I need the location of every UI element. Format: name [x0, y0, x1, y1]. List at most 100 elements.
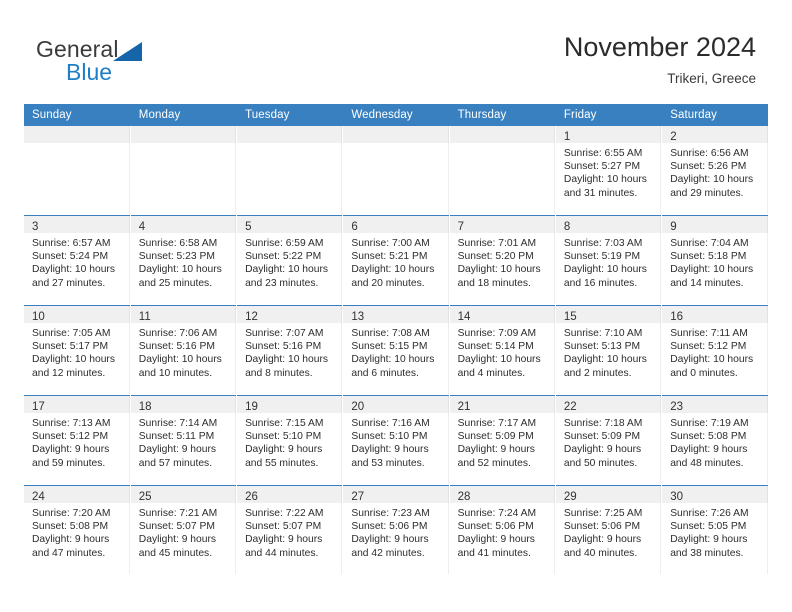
day-number-band: 8: [555, 216, 662, 233]
day-cell[interactable]: 6 Sunrise: 7:00 AM Sunset: 5:21 PM Daylight…: [343, 216, 449, 305]
day-cell-body: Sunrise: 7:06 AM Sunset: 5:16 PM Daylight:…: [131, 323, 237, 394]
calendar-cell-day-20[interactable]: 20 Sunrise: 7:16 AM Sunset: 5:10 PM Dayligh…: [342, 395, 450, 486]
calendar-cell-day-15[interactable]: 15 Sunrise: 7:10 AM Sunset: 5:13 PM Dayligh…: [555, 305, 663, 396]
day-cell[interactable]: 21 Sunrise: 7:17 AM Sunset: 5:09 PM Dayligh…: [449, 396, 555, 485]
day-number-band: 15: [555, 306, 662, 323]
sunrise-text: Sunrise: 7:13 AM: [32, 418, 111, 429]
day-cell[interactable]: 20 Sunrise: 7:16 AM Sunset: 5:10 PM Dayligh…: [343, 396, 449, 485]
day-cell[interactable]: 12 Sunrise: 7:07 AM Sunset: 5:16 PM Dayligh…: [237, 306, 343, 395]
calendar-cell-day-5[interactable]: 5 Sunrise: 6:59 AM Sunset: 5:22 PM Daylight…: [236, 215, 344, 306]
day-cell-body: [343, 143, 449, 214]
calendar-cell-empty: [342, 126, 450, 216]
calendar-cell-day-27[interactable]: 27 Sunrise: 7:23 AM Sunset: 5:06 PM Dayligh…: [342, 485, 450, 575]
day-cell-body: Sunrise: 7:04 AM Sunset: 5:18 PM Daylight:…: [662, 233, 768, 304]
daylight-text-line2: and 14 minutes.: [670, 277, 744, 289]
day-number: 17: [32, 401, 45, 413]
calendar-cell-day-12[interactable]: 12 Sunrise: 7:07 AM Sunset: 5:16 PM Dayligh…: [236, 305, 344, 396]
sunset-text: Sunset: 5:12 PM: [670, 341, 747, 353]
calendar-cell-day-22[interactable]: 22 Sunrise: 7:18 AM Sunset: 5:09 PM Dayligh…: [555, 395, 663, 486]
sunrise-text: Sunrise: 6:56 AM: [670, 148, 749, 159]
sunset-text: Sunset: 5:14 PM: [457, 341, 534, 353]
sunrise-text: Sunrise: 7:21 AM: [138, 508, 218, 519]
calendar-cell-day-29[interactable]: 29 Sunrise: 7:25 AM Sunset: 5:06 PM Dayligh…: [555, 485, 663, 575]
sunrise-text: Sunrise: 7:19 AM: [670, 418, 749, 429]
calendar-cell-day-19[interactable]: 19 Sunrise: 7:15 AM Sunset: 5:10 PM Dayligh…: [236, 395, 344, 486]
calendar-cell-day-4[interactable]: 4 Sunrise: 6:58 AM Sunset: 5:23 PM Daylight…: [130, 215, 238, 306]
calendar-cell-day-14[interactable]: 14 Sunrise: 7:09 AM Sunset: 5:14 PM Dayligh…: [449, 305, 556, 396]
day-cell[interactable]: 18 Sunrise: 7:14 AM Sunset: 5:11 PM Dayligh…: [130, 396, 237, 485]
sunset-text: Sunset: 5:18 PM: [670, 251, 747, 263]
weekday-header-saturday: Saturday: [661, 104, 768, 126]
calendar-cell-day-28[interactable]: 28 Sunrise: 7:24 AM Sunset: 5:06 PM Dayligh…: [449, 485, 556, 575]
calendar-cell-day-3[interactable]: 3 Sunrise: 6:57 AM Sunset: 5:24 PM Daylight…: [24, 215, 131, 306]
daylight-text-line1: Daylight: 10 hours: [457, 354, 541, 366]
day-cell[interactable]: 16 Sunrise: 7:11 AM Sunset: 5:12 PM Dayligh…: [662, 306, 768, 395]
calendar-cell-day-10[interactable]: 10 Sunrise: 7:05 AM Sunset: 5:17 PM Dayligh…: [24, 305, 131, 396]
day-cell-body: Sunrise: 7:23 AM Sunset: 5:06 PM Daylight:…: [343, 503, 449, 574]
daylight-text-line1: Daylight: 9 hours: [351, 444, 429, 456]
day-cell[interactable]: 29 Sunrise: 7:25 AM Sunset: 5:06 PM Dayligh…: [555, 486, 662, 575]
day-cell[interactable]: 22 Sunrise: 7:18 AM Sunset: 5:09 PM Dayligh…: [555, 396, 662, 485]
calendar-cell-day-2[interactable]: 2 Sunrise: 6:56 AM Sunset: 5:26 PM Daylight…: [661, 126, 768, 216]
calendar-cell-day-23[interactable]: 23 Sunrise: 7:19 AM Sunset: 5:08 PM Dayligh…: [661, 395, 768, 486]
day-number-band: 25: [130, 486, 237, 503]
day-cell[interactable]: 15 Sunrise: 7:10 AM Sunset: 5:13 PM Dayligh…: [555, 306, 662, 395]
brand-logo[interactable]: General Blue: [36, 36, 236, 92]
day-cell[interactable]: 4 Sunrise: 6:58 AM Sunset: 5:23 PM Daylight…: [130, 216, 237, 305]
day-cell[interactable]: 13 Sunrise: 7:08 AM Sunset: 5:15 PM Dayligh…: [343, 306, 449, 395]
day-cell[interactable]: 2 Sunrise: 6:56 AM Sunset: 5:26 PM Daylight…: [662, 126, 768, 215]
calendar-cell-day-9[interactable]: 9 Sunrise: 7:04 AM Sunset: 5:18 PM Daylight…: [661, 215, 768, 306]
calendar-cell-day-18[interactable]: 18 Sunrise: 7:14 AM Sunset: 5:11 PM Dayligh…: [130, 395, 238, 486]
daylight-text-line1: Daylight: 10 hours: [670, 264, 754, 276]
day-cell[interactable]: 26 Sunrise: 7:22 AM Sunset: 5:07 PM Dayligh…: [237, 486, 343, 575]
day-cell[interactable]: 11 Sunrise: 7:06 AM Sunset: 5:16 PM Dayligh…: [130, 306, 237, 395]
calendar-cell-day-16[interactable]: 16 Sunrise: 7:11 AM Sunset: 5:12 PM Dayligh…: [661, 305, 768, 396]
day-cell[interactable]: 19 Sunrise: 7:15 AM Sunset: 5:10 PM Dayligh…: [237, 396, 343, 485]
day-cell-empty: [449, 126, 555, 215]
daylight-text-line2: and 47 minutes.: [32, 547, 106, 559]
day-number: 29: [563, 491, 577, 503]
day-cell[interactable]: 23 Sunrise: 7:19 AM Sunset: 5:08 PM Dayligh…: [662, 396, 768, 485]
weekday-header-sunday: Sunday: [24, 104, 131, 126]
daylight-text-line1: Daylight: 9 hours: [138, 534, 217, 546]
day-cell[interactable]: 24 Sunrise: 7:20 AM Sunset: 5:08 PM Dayligh…: [24, 486, 130, 575]
calendar-cell-day-24[interactable]: 24 Sunrise: 7:20 AM Sunset: 5:08 PM Dayligh…: [24, 485, 131, 575]
day-cell-body: Sunrise: 7:22 AM Sunset: 5:07 PM Daylight:…: [237, 503, 343, 574]
calendar-cell-day-1[interactable]: 1 Sunrise: 6:55 AM Sunset: 5:27 PM Daylight…: [555, 126, 663, 216]
day-cell[interactable]: 17 Sunrise: 7:13 AM Sunset: 5:12 PM Dayligh…: [24, 396, 130, 485]
calendar-cell-day-25[interactable]: 25 Sunrise: 7:21 AM Sunset: 5:07 PM Dayligh…: [130, 485, 238, 575]
sunrise-text: Sunrise: 7:07 AM: [245, 328, 324, 339]
day-cell[interactable]: 9 Sunrise: 7:04 AM Sunset: 5:18 PM Daylight…: [662, 216, 768, 305]
day-cell[interactable]: 5 Sunrise: 6:59 AM Sunset: 5:22 PM Daylight…: [237, 216, 343, 305]
calendar-cell-day-6[interactable]: 6 Sunrise: 7:00 AM Sunset: 5:21 PM Daylight…: [342, 215, 450, 306]
day-cell[interactable]: 3 Sunrise: 6:57 AM Sunset: 5:24 PM Daylight…: [24, 216, 130, 305]
day-cell[interactable]: 1 Sunrise: 6:55 AM Sunset: 5:27 PM Daylight…: [555, 126, 662, 215]
day-cell-body: Sunrise: 7:11 AM Sunset: 5:12 PM Daylight:…: [662, 323, 768, 394]
sunset-text: Sunset: 5:16 PM: [138, 341, 215, 353]
day-number-band: [130, 126, 237, 143]
calendar-cell-day-13[interactable]: 13 Sunrise: 7:08 AM Sunset: 5:15 PM Dayligh…: [342, 305, 450, 396]
day-cell[interactable]: 25 Sunrise: 7:21 AM Sunset: 5:07 PM Dayligh…: [130, 486, 237, 575]
day-cell[interactable]: 7 Sunrise: 7:01 AM Sunset: 5:20 PM Daylight…: [449, 216, 555, 305]
sunrise-text: Sunrise: 7:04 AM: [670, 238, 749, 249]
daylight-text-line1: Daylight: 10 hours: [351, 354, 435, 366]
calendar-cell-day-8[interactable]: 8 Sunrise: 7:03 AM Sunset: 5:19 PM Daylight…: [555, 215, 663, 306]
day-cell[interactable]: 10 Sunrise: 7:05 AM Sunset: 5:17 PM Dayligh…: [24, 306, 130, 395]
day-cell-empty: [24, 126, 130, 215]
calendar-cell-day-11[interactable]: 11 Sunrise: 7:06 AM Sunset: 5:16 PM Dayligh…: [130, 305, 238, 396]
day-cell[interactable]: 14 Sunrise: 7:09 AM Sunset: 5:14 PM Dayligh…: [449, 306, 555, 395]
calendar-cell-day-7[interactable]: 7 Sunrise: 7:01 AM Sunset: 5:20 PM Daylight…: [449, 215, 556, 306]
sunrise-text: Sunrise: 7:08 AM: [351, 328, 430, 339]
calendar-cell-day-26[interactable]: 26 Sunrise: 7:22 AM Sunset: 5:07 PM Dayligh…: [236, 485, 344, 575]
sunset-text: Sunset: 5:21 PM: [351, 251, 428, 263]
daylight-text-line1: Daylight: 10 hours: [670, 174, 754, 186]
calendar-cell-day-17[interactable]: 17 Sunrise: 7:13 AM Sunset: 5:12 PM Dayligh…: [24, 395, 131, 486]
day-cell[interactable]: 30 Sunrise: 7:26 AM Sunset: 5:05 PM Dayligh…: [662, 486, 768, 575]
day-cell[interactable]: 8 Sunrise: 7:03 AM Sunset: 5:19 PM Daylight…: [555, 216, 662, 305]
day-cell[interactable]: 28 Sunrise: 7:24 AM Sunset: 5:06 PM Dayligh…: [449, 486, 555, 575]
day-cell-body: Sunrise: 7:03 AM Sunset: 5:19 PM Daylight:…: [556, 233, 662, 304]
day-cell[interactable]: 27 Sunrise: 7:23 AM Sunset: 5:06 PM Dayligh…: [343, 486, 449, 575]
sunset-text: Sunset: 5:27 PM: [563, 161, 641, 173]
calendar-cell-day-21[interactable]: 21 Sunrise: 7:17 AM Sunset: 5:09 PM Dayligh…: [449, 395, 556, 486]
calendar-cell-day-30[interactable]: 30 Sunrise: 7:26 AM Sunset: 5:05 PM Dayligh…: [661, 485, 768, 575]
